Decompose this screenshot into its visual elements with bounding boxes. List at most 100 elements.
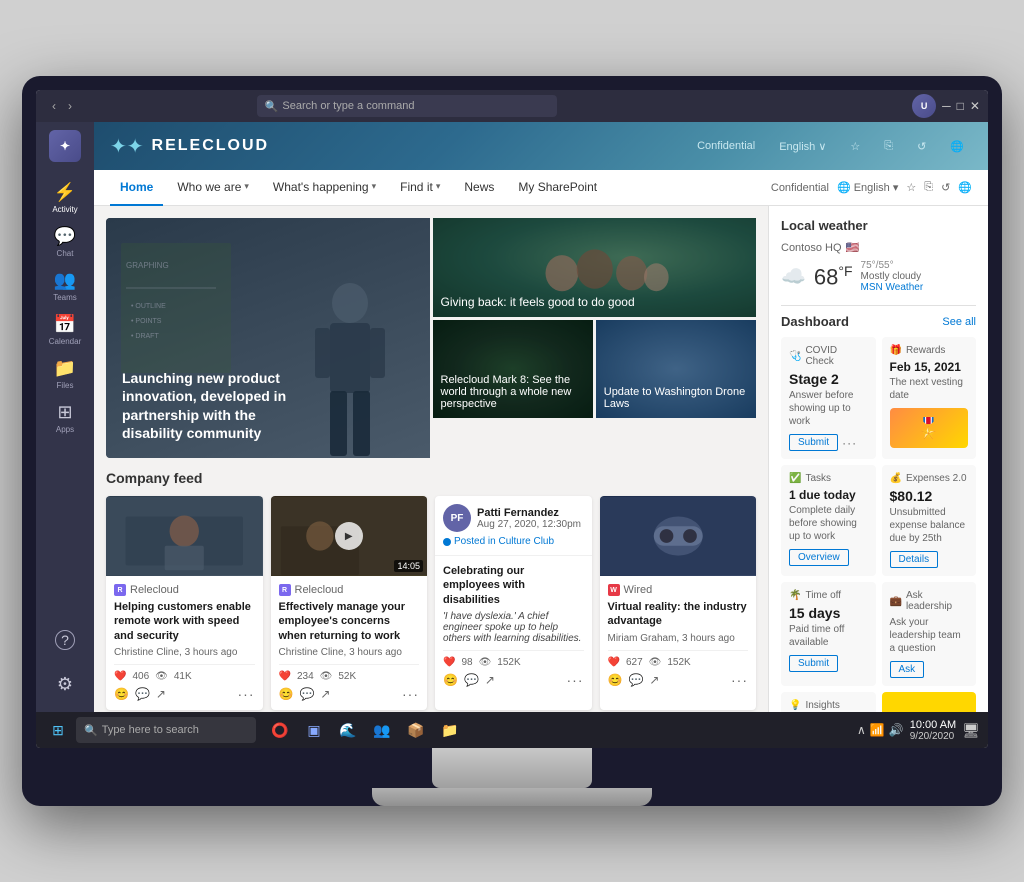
user-avatar[interactable]: U — [912, 94, 936, 118]
source-name-0: Relecloud — [130, 584, 179, 596]
comment-btn-3[interactable]: 💬 — [628, 673, 643, 687]
minimize-btn[interactable]: ─ — [942, 99, 951, 113]
comment-btn-1[interactable]: 💬 — [299, 687, 314, 701]
more-btn-0[interactable]: ··· — [238, 686, 255, 702]
title-bar-nav[interactable]: ‹ › — [48, 97, 76, 115]
back-btn[interactable]: ‹ — [48, 97, 60, 115]
star-btn[interactable]: ☆ — [842, 136, 868, 157]
sidebar-item-files[interactable]: 📁 Files — [45, 354, 85, 394]
timeoff-label: Time off — [805, 590, 841, 601]
avatar-initials: U — [921, 101, 928, 111]
taskbar-volume-icon[interactable]: 🔊 — [889, 723, 904, 737]
sidebar-item-teams[interactable]: 👥 Teams — [45, 266, 85, 306]
play-btn-1[interactable]: ▶ — [335, 522, 363, 550]
language-selector[interactable]: English ∨ — [771, 136, 834, 157]
share-btn[interactable]: ⎘ — [876, 136, 901, 157]
share-btn-0[interactable]: ↗ — [156, 687, 166, 701]
taskbar-app2[interactable]: 📁 — [434, 714, 466, 746]
emoji-btn-3[interactable]: 😊 — [608, 673, 623, 687]
nav-star[interactable]: ☆ — [906, 181, 916, 194]
like-count-2: 98 — [461, 657, 472, 668]
sidebar-settings[interactable]: ⚙ — [45, 664, 85, 704]
nav-my-sharepoint[interactable]: My SharePoint — [508, 170, 607, 206]
feed-card-1-actions: 😊 💬 ↗ ··· — [279, 686, 420, 702]
sp-logo-icon: ✦✦ — [110, 134, 144, 159]
tasks-desc: Complete daily before showing up to work — [789, 504, 868, 543]
leadership-ask-btn[interactable]: Ask — [890, 661, 925, 678]
nav-share[interactable]: ⎘ — [924, 181, 933, 194]
leadership-icon: 💼 — [890, 596, 902, 607]
share-btn-3[interactable]: ↗ — [649, 673, 659, 687]
comment-btn-0[interactable]: 💬 — [135, 687, 150, 701]
taskbar-app1[interactable]: 📦 — [400, 714, 432, 746]
sidebar-help[interactable]: ? — [45, 620, 85, 660]
covid-submit-btn[interactable]: Submit — [789, 434, 838, 451]
nav-home[interactable]: Home — [110, 170, 163, 206]
maximize-btn[interactable]: □ — [957, 99, 964, 113]
taskbar-notification[interactable]: 🖥 — [962, 722, 980, 739]
taskbar-time-display[interactable]: 10:00 AM 9/20/2020 — [910, 719, 956, 742]
comment-btn-2[interactable]: 💬 — [464, 673, 479, 687]
sidebar-item-calendar[interactable]: 📅 Calendar — [45, 310, 85, 350]
expenses-details-btn[interactable]: Details — [890, 551, 939, 568]
sp-logo: ✦✦ RELECLOUD — [110, 134, 269, 159]
taskbar-cortana[interactable]: ⭕ — [264, 714, 296, 746]
feed-card-1-img[interactable]: ▶ 14:05 — [271, 496, 428, 576]
timeoff-submit-btn[interactable]: Submit — [789, 655, 838, 672]
feed-card-0-img[interactable] — [106, 496, 263, 576]
svg-text:• OUTLINE: • OUTLINE — [131, 303, 166, 310]
share-btn-1[interactable]: ↗ — [320, 687, 330, 701]
taskbar-search[interactable]: 🔍 Type here to search — [76, 717, 256, 743]
hero-bottom-right[interactable]: Update to Washington Drone Laws — [596, 320, 756, 419]
share-btn-2[interactable]: ↗ — [485, 673, 495, 687]
covid-more-btn[interactable]: ··· — [842, 436, 857, 450]
app-logo[interactable]: ✦ — [49, 130, 81, 162]
taskbar-up-icon[interactable]: ∧ — [857, 723, 866, 737]
weather-source[interactable]: MSN Weather — [861, 282, 924, 293]
nav-language[interactable]: 🌐 English ▾ — [837, 181, 898, 194]
nav-find-it[interactable]: Find it ▾ — [390, 170, 450, 206]
tasks-overview-btn[interactable]: Overview — [789, 549, 849, 566]
hero-top-right[interactable]: Giving back: it feels good to do good — [433, 218, 757, 317]
dash-card-insights: 💡 Insights Give your mind a break with H… — [781, 692, 876, 712]
see-all-btn[interactable]: See all — [942, 316, 976, 328]
globe-btn[interactable]: 🌐 — [942, 136, 972, 157]
feed-title: Company feed — [106, 470, 756, 486]
emoji-btn-1[interactable]: 😊 — [279, 687, 294, 701]
more-btn-3[interactable]: ··· — [731, 672, 748, 688]
close-btn[interactable]: ✕ — [970, 99, 980, 113]
nav-who-we-are[interactable]: Who we are ▾ — [167, 170, 259, 206]
view-icon-0: 👁 — [155, 671, 168, 682]
sidebar-item-chat[interactable]: 💬 Chat — [45, 222, 85, 262]
emoji-btn-0[interactable]: 😊 — [114, 687, 129, 701]
dash-card-headspace[interactable]: 😊 — [882, 692, 977, 712]
taskbar-teams[interactable]: 👥 — [366, 714, 398, 746]
nav-refresh[interactable]: ↺ — [941, 181, 950, 194]
nav-whats-chevron: ▾ — [372, 181, 377, 192]
like-count-3: 627 — [626, 657, 643, 668]
nav-world[interactable]: 🌐 — [958, 181, 972, 194]
title-bar-actions: U ─ □ ✕ — [912, 94, 980, 118]
insights-label: Insights — [805, 700, 839, 711]
taskbar-wifi-icon[interactable]: 📶 — [870, 723, 885, 737]
taskbar-date: 9/20/2020 — [910, 731, 956, 742]
more-btn-2[interactable]: ··· — [567, 672, 584, 688]
forward-btn[interactable]: › — [64, 97, 76, 115]
patti-tag-dot — [443, 538, 451, 546]
nav-news[interactable]: News — [454, 170, 504, 206]
address-bar[interactable]: 🔍 Search or type a command — [257, 95, 557, 117]
sidebar-item-activity[interactable]: ⚡ Activity — [45, 178, 85, 218]
refresh-btn[interactable]: ↺ — [909, 136, 934, 157]
taskbar-start-btn[interactable]: ⊞ — [44, 716, 72, 744]
dash-card-leadership: 💼 Ask leadership Ask your leadership tea… — [882, 582, 977, 686]
taskbar-edge[interactable]: 🌊 — [332, 714, 364, 746]
emoji-btn-2[interactable]: 😊 — [443, 673, 458, 687]
nav-whats-happening[interactable]: What's happening ▾ — [263, 170, 386, 206]
taskbar-taskview[interactable]: ▣ — [298, 714, 330, 746]
sidebar-item-apps[interactable]: ⊞ Apps — [45, 398, 85, 438]
hero-br-title: Update to Washington Drone Laws — [604, 386, 745, 410]
hero-bottom-left[interactable]: Relecloud Mark 8: See the world through … — [433, 320, 593, 419]
feed-card-3-img[interactable] — [600, 496, 757, 576]
more-btn-1[interactable]: ··· — [402, 686, 419, 702]
hero-main[interactable]: GRAPHING • OUTLINE • POINTS • DRAFT Laun… — [106, 218, 430, 458]
